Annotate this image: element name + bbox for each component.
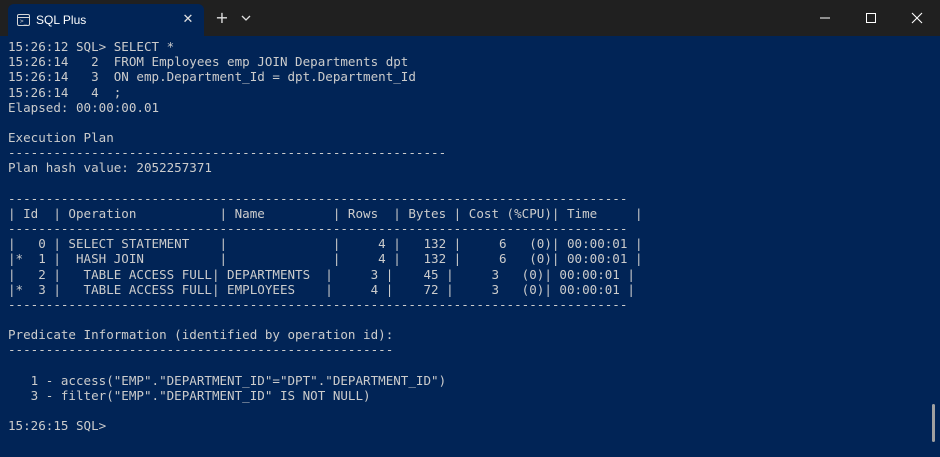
terminal-line: ----------------------------------------… <box>8 145 447 161</box>
tab-sql-plus[interactable]: >_ SQL Plus ✕ <box>8 4 204 36</box>
close-tab-icon[interactable]: ✕ <box>179 11 197 29</box>
tab-title: SQL Plus <box>36 13 87 27</box>
maximize-icon[interactable] <box>848 0 894 36</box>
terminal-output[interactable]: 15:26:12 SQL> SELECT * 15:26:14 2 FROM Em… <box>8 39 928 451</box>
terminal-line: Predicate Information (identified by ope… <box>8 327 394 343</box>
terminal-line: ----------------------------------------… <box>8 296 628 312</box>
terminal-line: 15:26:14 3 ON emp.Department_Id = dpt.De… <box>8 69 416 85</box>
terminal-line: Execution Plan <box>8 130 114 146</box>
terminal-line: ----------------------------------------… <box>8 190 628 206</box>
terminal-line: | Id | Operation | Name | Rows | Bytes |… <box>8 205 643 221</box>
terminal-prompt[interactable]: 15:26:15 SQL> <box>8 418 928 433</box>
terminal-line: 15:26:14 4 ; <box>8 84 122 100</box>
terminal-line: ----------------------------------------… <box>8 221 628 237</box>
title-bar: >_ SQL Plus ✕ + <box>0 0 940 36</box>
terminal-line: | 0 | SELECT STATEMENT | | 4 | 132 | 6 (… <box>8 236 643 252</box>
terminal-line: | 2 | TABLE ACCESS FULL| DEPARTMENTS | 3… <box>8 266 635 282</box>
terminal-line: 1 - access("EMP"."DEPARTMENT_ID"="DPT"."… <box>8 372 447 388</box>
terminal-line: Elapsed: 00:00:00.01 <box>8 99 160 115</box>
terminal-line: 15:26:12 SQL> SELECT * <box>8 39 175 54</box>
terminal-line: 3 - filter("EMP"."DEPARTMENT_ID" IS NOT … <box>8 387 371 403</box>
chevron-down-icon[interactable] <box>238 10 254 26</box>
close-icon[interactable] <box>894 0 940 36</box>
terminal-window: >_ SQL Plus ✕ + 15:26:12 SQL> SELECT * 15… <box>0 0 940 457</box>
minimize-icon[interactable] <box>802 0 848 36</box>
terminal-line: 15:26:14 2 FROM Employees emp JOIN Depar… <box>8 54 409 70</box>
scrollbar-thumb[interactable] <box>932 404 935 442</box>
terminal-line: Plan hash value: 2052257371 <box>8 160 212 176</box>
terminal-icon: >_ <box>17 14 30 26</box>
terminal-line: |* 3 | TABLE ACCESS FULL| EMPLOYEES | 4 … <box>8 281 635 297</box>
terminal-line: ----------------------------------------… <box>8 342 394 358</box>
new-tab-icon[interactable]: + <box>212 8 232 28</box>
terminal-line: |* 1 | HASH JOIN | | 4 | 132 | 6 (0)| 00… <box>8 251 643 267</box>
